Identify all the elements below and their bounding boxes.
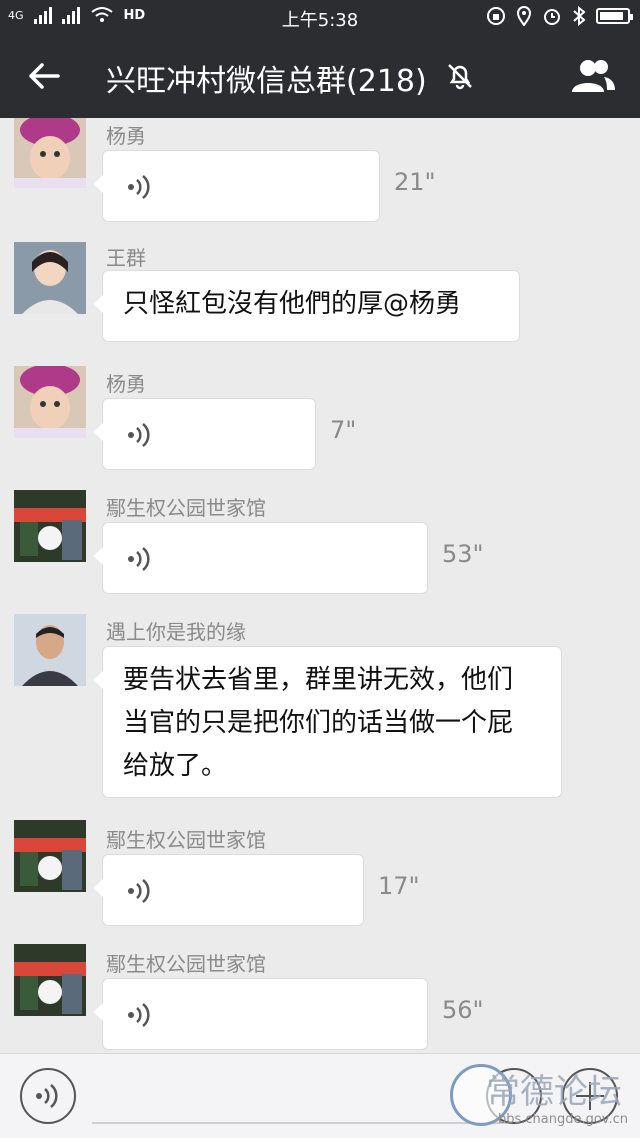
avatar[interactable] — [14, 242, 86, 314]
location-icon — [516, 6, 532, 26]
voice-duration: 53" — [442, 540, 484, 568]
battery-fill — [600, 12, 624, 20]
group-icon[interactable] — [568, 56, 618, 96]
message-text-line: 当官的只是把你们的话当做一个屁 — [123, 708, 514, 738]
voice-icon — [128, 1003, 150, 1027]
voice-icon — [128, 547, 150, 571]
sender-name: 鄢生权公园世家馆 — [106, 952, 266, 976]
message-text: 只怪紅包沒有他們的厚@杨勇 — [123, 289, 462, 319]
lock-rotation-icon — [487, 7, 505, 25]
bell-off-icon — [448, 64, 472, 90]
voice-message-bubble[interactable] — [93, 150, 380, 222]
text-message-bubble[interactable]: 只怪紅包沒有他們的厚@杨勇 — [93, 270, 520, 342]
group-title: 兴旺冲村微信总群(218) — [106, 64, 427, 99]
arrow-left-icon[interactable] — [22, 54, 66, 98]
sender-name: 杨勇 — [106, 124, 146, 148]
watermark-url: bbs.changde.gov.cn — [497, 1112, 628, 1127]
sender-name: 鄢生权公园世家馆 — [106, 828, 266, 852]
watermark-text: 常德论坛 — [486, 1072, 622, 1112]
voice-input-button[interactable] — [20, 1068, 76, 1124]
sender-name: 遇上你是我的缘 — [106, 620, 246, 644]
voice-message-bubble[interactable] — [93, 522, 428, 594]
battery-icon — [596, 8, 633, 24]
avatar[interactable] — [14, 366, 86, 438]
message-list[interactable]: 杨勇 21" 王群 只怪紅包沒有他們的厚@杨勇 杨勇 7" 鄢生权公园世家馆 5… — [0, 118, 640, 1053]
voice-duration: 17" — [378, 872, 420, 900]
message-text-line: 给放了。 — [123, 751, 228, 781]
status-bar: 4G HD 上午5:38 — [0, 0, 640, 34]
voice-message-bubble[interactable] — [93, 398, 316, 470]
voice-icon — [36, 1084, 58, 1108]
voice-duration: 21" — [394, 168, 436, 196]
sender-name: 鄢生权公园世家馆 — [106, 496, 266, 520]
sender-name: 王群 — [106, 246, 146, 270]
avatar[interactable] — [14, 820, 86, 892]
text-message-bubble[interactable]: 要告状去省里，群里讲无效，他们 当官的只是把你们的话当做一个屁 给放了。 — [93, 646, 562, 798]
avatar[interactable] — [14, 944, 86, 1016]
voice-message-bubble[interactable] — [93, 854, 364, 926]
avatar[interactable] — [14, 118, 86, 188]
voice-icon — [128, 175, 150, 199]
avatar[interactable] — [14, 614, 86, 686]
voice-icon — [128, 423, 150, 447]
voice-duration: 7" — [330, 416, 357, 444]
voice-duration: 56" — [442, 996, 484, 1024]
voice-message-bubble[interactable] — [93, 978, 428, 1050]
alarm-icon — [544, 9, 560, 25]
bluetooth-icon — [573, 6, 586, 26]
sender-name: 杨勇 — [106, 372, 146, 396]
voice-icon — [128, 879, 150, 903]
chat-header: 兴旺冲村微信总群(218) — [0, 34, 640, 118]
message-input[interactable] — [92, 1122, 512, 1124]
message-text-line: 要告状去省里，群里讲无效，他们 — [123, 665, 514, 695]
status-right — [486, 6, 633, 26]
avatar[interactable] — [14, 490, 86, 562]
